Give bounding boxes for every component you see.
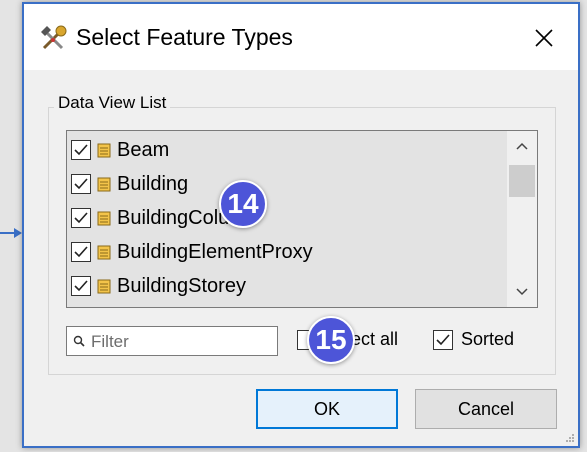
feature-type-icon (97, 211, 111, 226)
checkmark-icon (74, 212, 88, 224)
list-item-label: BuildingElementProxy (117, 240, 313, 263)
callout-badge-15: 15 (307, 316, 355, 364)
group-label: Data View List (54, 93, 171, 113)
scroll-down-button[interactable] (507, 279, 537, 305)
list-scrollbar[interactable] (507, 131, 537, 307)
list-item-partial[interactable] (71, 305, 97, 307)
feature-type-list[interactable]: Beam Building BuildingColumn BuildingEle… (66, 130, 538, 308)
chevron-down-icon (516, 288, 528, 296)
close-button[interactable] (524, 18, 564, 58)
list-item-label: BuildingStorey (117, 274, 246, 297)
checkbox[interactable] (71, 174, 91, 194)
checkbox[interactable] (71, 208, 91, 228)
checkmark-icon (74, 178, 88, 190)
filter-field[interactable] (66, 326, 278, 356)
chevron-up-icon (516, 142, 528, 150)
select-feature-types-dialog: Select Feature Types Data View List Beam… (22, 2, 580, 448)
search-icon (73, 335, 85, 347)
callout-badge-14: 14 (219, 180, 267, 228)
filter-input[interactable] (89, 329, 273, 355)
list-item-label: Beam (117, 138, 170, 161)
list-item[interactable]: Building (71, 169, 188, 199)
scroll-thumb[interactable] (509, 165, 535, 197)
tools-icon (41, 25, 67, 50)
title-bar: Select Feature Types (24, 4, 578, 70)
ok-button[interactable]: OK (256, 389, 398, 429)
feature-type-icon (97, 279, 111, 294)
checkbox[interactable] (71, 140, 91, 160)
feature-type-icon (97, 245, 111, 260)
sorted-option[interactable]: Sorted (433, 329, 514, 350)
list-item[interactable]: BuildingElementProxy (71, 237, 313, 267)
list-item[interactable]: BuildingStorey (71, 271, 246, 301)
cancel-button[interactable]: Cancel (415, 389, 557, 429)
list-item-label: Building (117, 172, 189, 195)
checkmark-icon (74, 144, 88, 156)
feature-type-icon (97, 177, 111, 192)
scroll-up-button[interactable] (507, 133, 537, 159)
checkmark-icon (74, 246, 88, 258)
feature-type-icon (97, 143, 111, 158)
close-icon (535, 29, 553, 47)
sorted-label: Sorted (461, 329, 515, 349)
list-item[interactable]: Beam (71, 135, 169, 165)
checkbox[interactable] (71, 242, 91, 262)
resize-grip-icon[interactable] (565, 433, 575, 443)
checkbox[interactable] (71, 276, 91, 296)
checkmark-icon (74, 280, 88, 292)
checkmark-icon (436, 333, 450, 345)
dialog-title: Select Feature Types (76, 24, 293, 50)
sorted-checkbox[interactable] (433, 329, 453, 350)
pointer-arrow-icon (0, 228, 22, 238)
